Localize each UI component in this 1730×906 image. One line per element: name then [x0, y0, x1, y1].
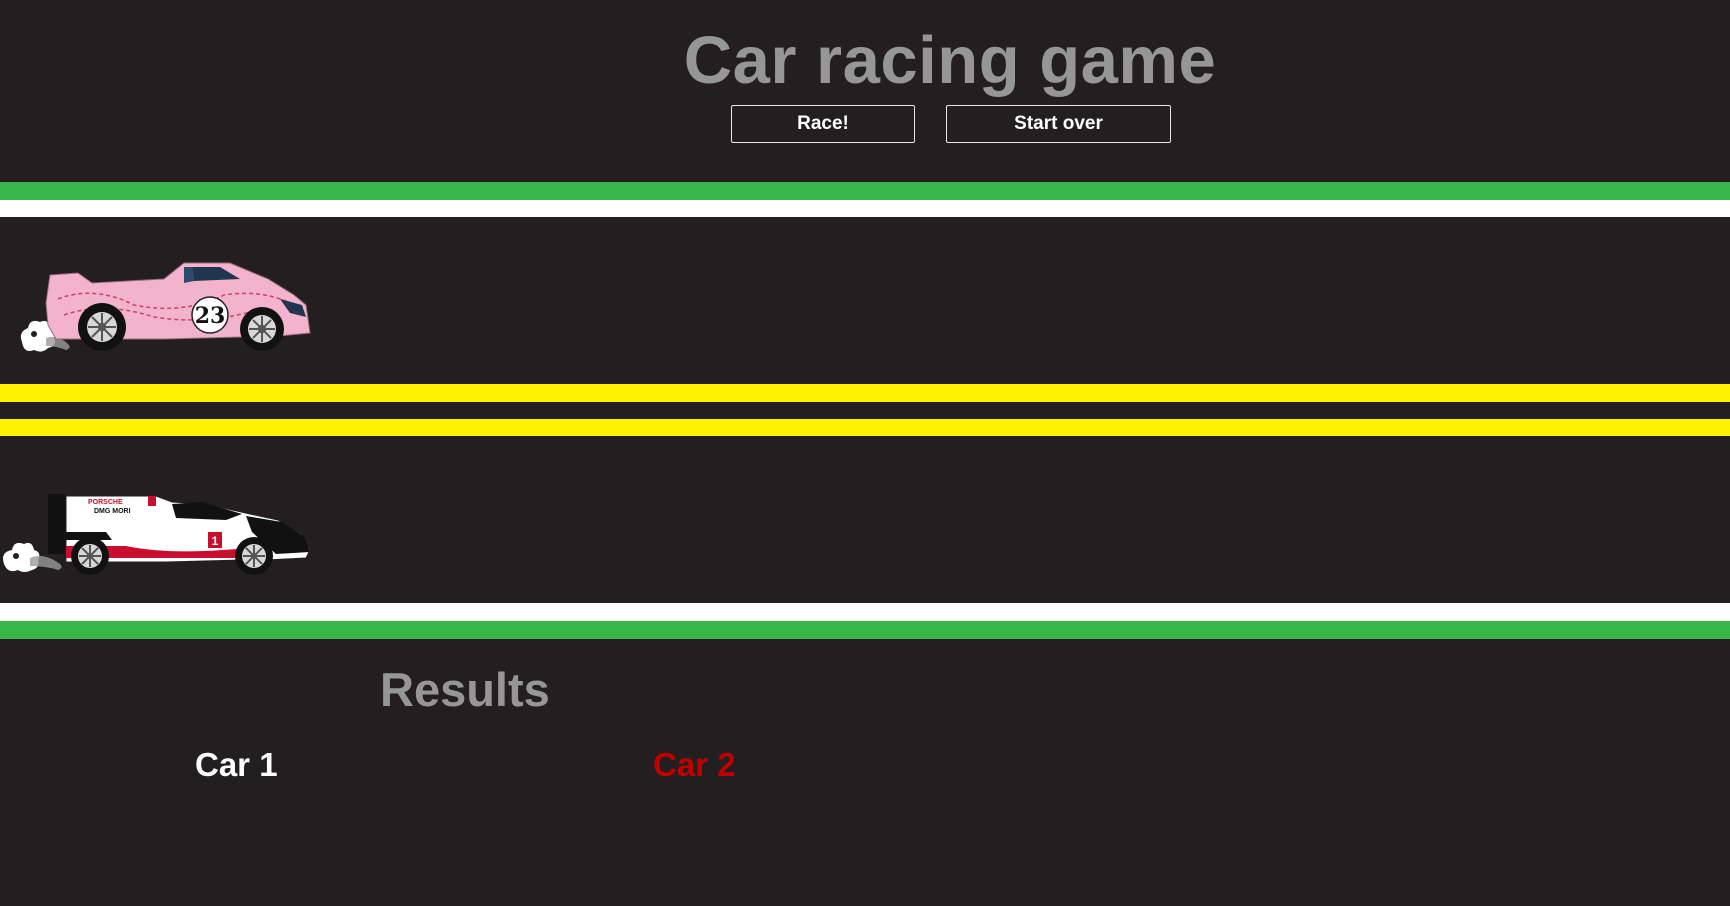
bottom-grass-stripe — [0, 621, 1730, 639]
svg-text:DMG MORI: DMG MORI — [94, 508, 131, 515]
page-title: Car racing game — [683, 23, 1217, 98]
top-edge-line — [0, 200, 1730, 217]
lane-car-1: 23 — [0, 217, 1730, 384]
start-over-button[interactable]: Start over — [946, 105, 1171, 143]
top-grass-stripe — [0, 182, 1730, 200]
bottom-edge-line — [0, 603, 1730, 621]
car-2-white-red: PORSCHE DMG MORI 1 — [48, 494, 311, 575]
svg-text:PORSCHE: PORSCHE — [88, 499, 123, 506]
results-title: Results — [380, 663, 550, 716]
svg-text:23: 23 — [195, 303, 226, 329]
svg-text:1: 1 — [212, 534, 219, 548]
race-button[interactable]: Race! — [731, 105, 915, 143]
result-car-1: Car 1 — [195, 746, 278, 783]
result-car-2: Car 2 — [653, 746, 736, 783]
center-line-upper — [0, 384, 1730, 402]
car-1-pink: 23 — [45, 262, 311, 351]
lane-car-2: PORSCHE DMG MORI 1 — [0, 436, 1730, 603]
center-line-lower — [0, 419, 1730, 436]
